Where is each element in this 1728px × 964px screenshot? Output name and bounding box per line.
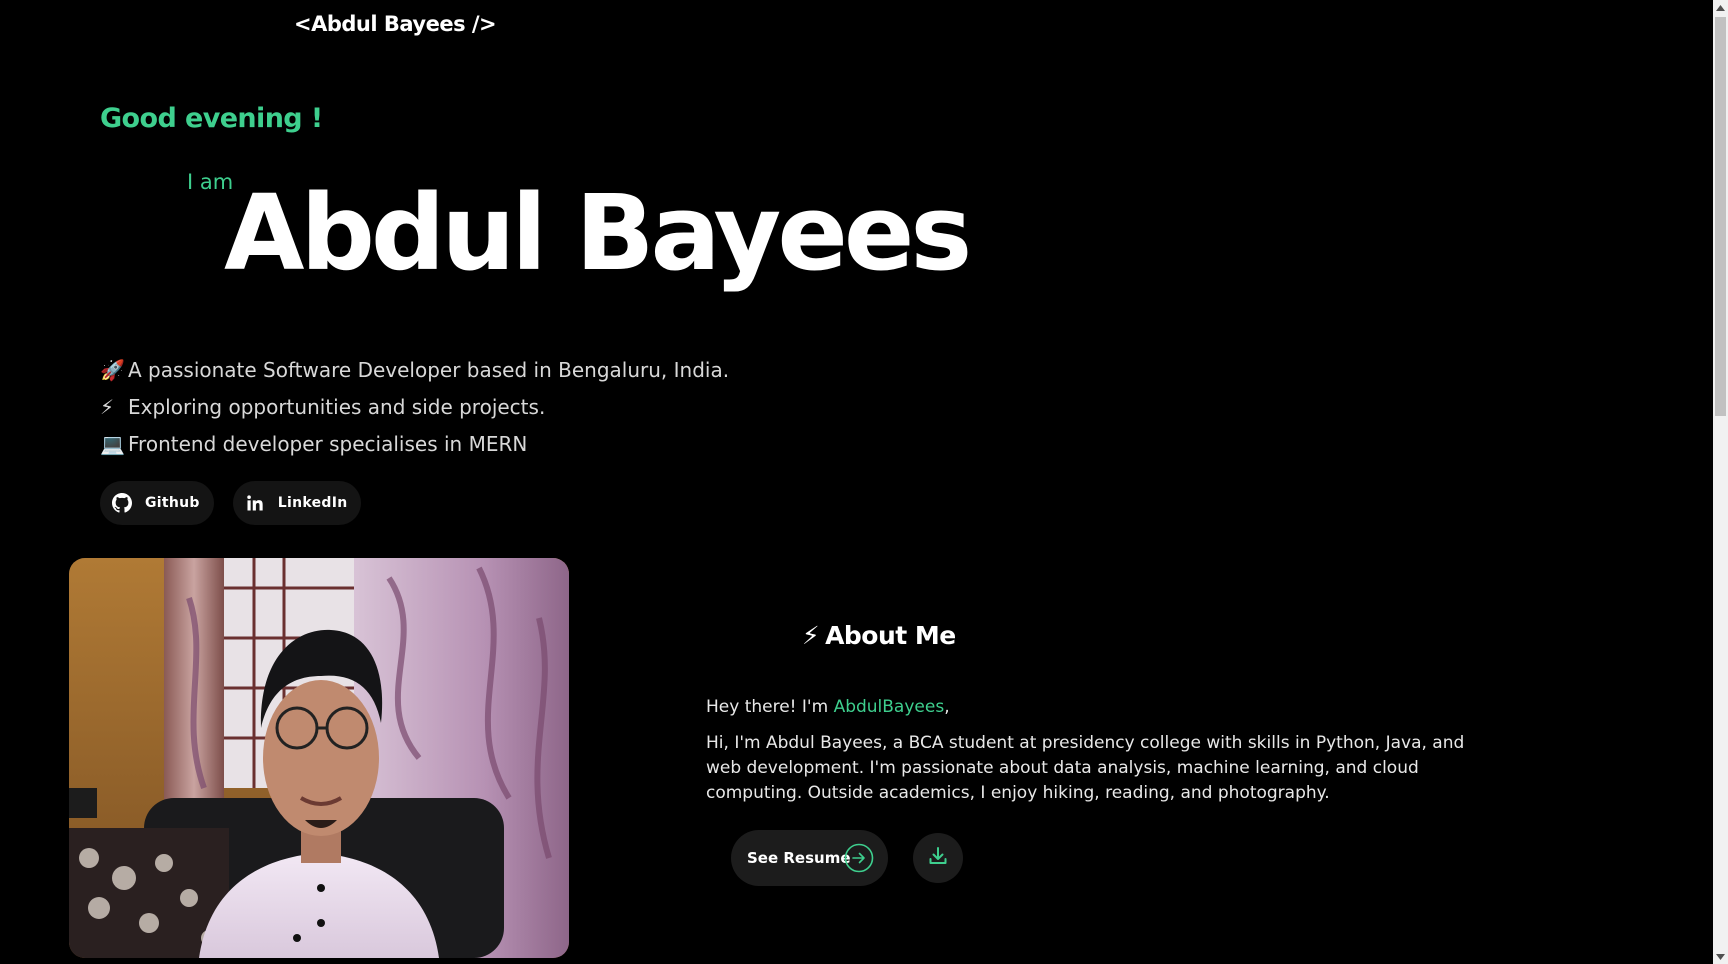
linkedin-icon bbox=[244, 492, 266, 514]
about-hey-prefix: Hey there! I'm bbox=[706, 697, 834, 717]
arrow-right-circle-icon bbox=[844, 843, 874, 873]
scrollbar-thumb[interactable] bbox=[1715, 17, 1726, 416]
hero-bullets: 🚀 A passionate Software Developer based i… bbox=[100, 352, 729, 463]
scroll-up-arrow-icon[interactable] bbox=[1713, 0, 1728, 15]
github-icon bbox=[111, 492, 133, 514]
linkedin-label: LinkedIn bbox=[277, 495, 348, 511]
see-resume-button[interactable]: See Resume bbox=[731, 830, 888, 886]
github-button[interactable]: Github bbox=[100, 481, 214, 525]
portfolio-page: <Abdul Bayees /> Good evening ! I am Abd… bbox=[0, 0, 1728, 964]
bullet-text: A passionate Software Developer based in… bbox=[128, 358, 730, 382]
about-title-text: About Me bbox=[825, 621, 956, 650]
see-resume-label: See Resume bbox=[747, 849, 851, 867]
bullet-text: Exploring opportunities and side project… bbox=[128, 395, 546, 419]
social-links: Github LinkedIn bbox=[100, 481, 362, 525]
bullet-item: ⚡ Exploring opportunities and side projec… bbox=[100, 389, 729, 426]
lightning-icon: ⚡ bbox=[100, 395, 115, 419]
scroll-down-arrow-icon[interactable] bbox=[1713, 949, 1728, 964]
laptop-icon: 💻 bbox=[100, 432, 125, 456]
download-resume-button[interactable] bbox=[913, 833, 963, 883]
about-hey-name: AbdulBayees bbox=[833, 697, 945, 717]
about-description: Hi, I'm Abdul Bayees, a BCA student at p… bbox=[706, 733, 1465, 803]
vertical-scrollbar[interactable] bbox=[1713, 0, 1728, 964]
about-hey-suffix: , bbox=[944, 697, 950, 717]
bullet-text: Frontend developer specialises in MERN bbox=[128, 432, 528, 456]
about-title: ⚡ About Me bbox=[802, 621, 956, 650]
lightning-icon: ⚡ bbox=[802, 621, 820, 650]
linkedin-button[interactable]: LinkedIn bbox=[232, 481, 362, 525]
profile-photo bbox=[69, 558, 569, 958]
hero-name: Abdul Bayees bbox=[224, 172, 972, 294]
bullet-item: 🚀 A passionate Software Developer based i… bbox=[100, 352, 729, 389]
github-label: Github bbox=[145, 495, 200, 511]
about-greeting: Hey there! I'm AbdulBayees, bbox=[706, 697, 950, 717]
site-logo[interactable]: <Abdul Bayees /> bbox=[294, 12, 497, 36]
rocket-icon: 🚀 bbox=[100, 358, 125, 382]
greeting-text: Good evening ! bbox=[100, 103, 323, 134]
bullet-item: 💻 Frontend developer specialises in MERN bbox=[100, 426, 729, 463]
download-icon bbox=[927, 845, 949, 871]
